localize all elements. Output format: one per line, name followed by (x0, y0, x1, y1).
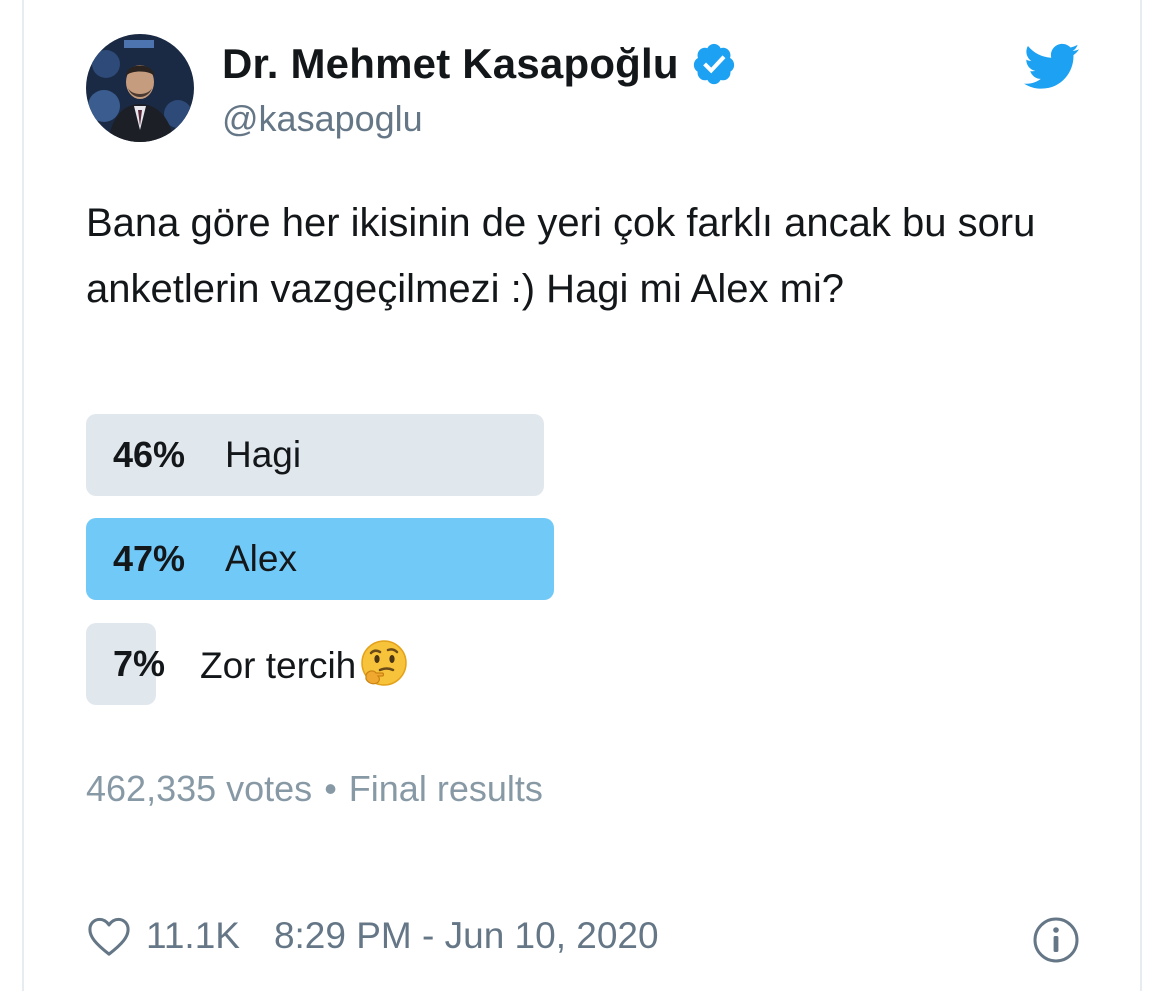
poll-vote-count: 462,335 votes (86, 768, 313, 809)
author-display-name[interactable]: Dr. Mehmet Kasapoğlu (222, 40, 737, 88)
poll-option-zor-tercih: 7% Zor tercih (86, 623, 1086, 705)
info-icon[interactable] (1032, 916, 1080, 964)
like-count[interactable]: 11.1K (146, 915, 240, 957)
poll-meta: 462,335 votes • Final results (86, 768, 543, 810)
poll-option-label: Alex (225, 538, 297, 579)
avatar[interactable] (86, 34, 194, 142)
poll-percent: 46% (113, 434, 186, 475)
poll-percent: 47% (113, 538, 186, 579)
tweet-timestamp[interactable]: 8:29 PM - Jun 10, 2020 (274, 915, 659, 957)
tweet-footer: 11.1K 8:29 PM - Jun 10, 2020 (86, 915, 659, 957)
tweet-text: Bana göre her ikisinin de yeri çok farkl… (86, 201, 1036, 311)
twitter-bird-icon[interactable] (1024, 42, 1080, 92)
verified-badge-icon (691, 41, 737, 87)
poll-option-hagi: 46% Hagi (86, 414, 1086, 496)
poll-option-label: Hagi (225, 434, 302, 475)
poll-percent: 7% (113, 643, 166, 684)
poll-option-alex: 47% Alex (86, 518, 1086, 600)
author-name-text: Dr. Mehmet Kasapoğlu (222, 40, 679, 87)
poll-option-label: Zor tercih (200, 640, 410, 689)
poll-status: Final results (348, 768, 543, 809)
heart-icon[interactable] (86, 915, 146, 957)
separator-dot: • (324, 768, 337, 809)
author-handle[interactable]: @kasapoglu (222, 98, 423, 140)
tweet-card: Dr. Mehmet Kasapoğlu @kasapoglu Bana gör… (22, 0, 1142, 991)
poll-option-label-text: Zor tercih (200, 645, 357, 686)
thinking-face-icon (358, 637, 410, 689)
